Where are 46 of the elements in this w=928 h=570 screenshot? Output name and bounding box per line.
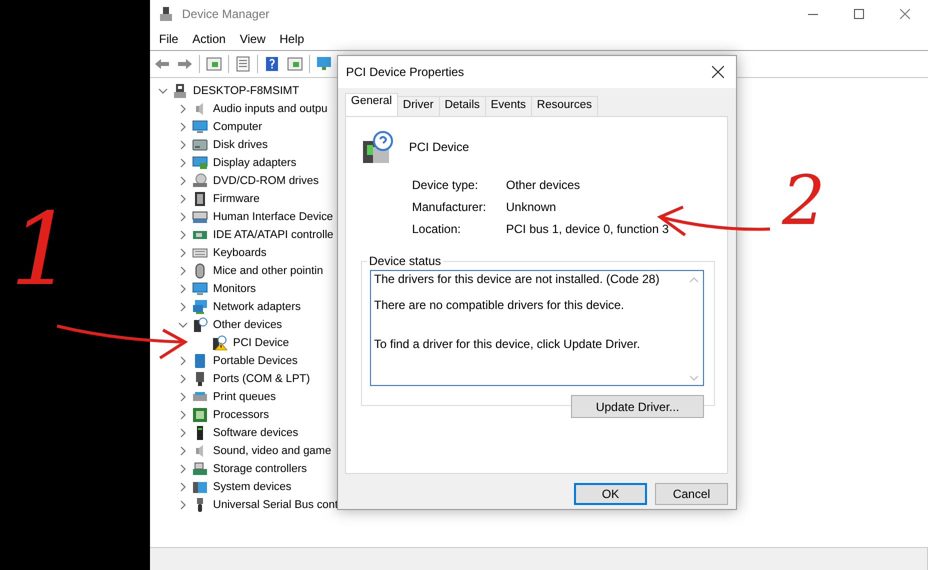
property-label: Location:	[412, 222, 462, 236]
tree-item[interactable]: Print queues	[212, 391, 276, 403]
tree-item[interactable]: DESKTOP-F8MSIMT	[192, 85, 300, 97]
tree-item[interactable]: Other devices	[212, 319, 282, 331]
tree-item[interactable]: Human Interface Device	[212, 211, 334, 223]
tree-item[interactable]: Monitors	[212, 283, 256, 295]
dialog-button[interactable]: OK	[574, 483, 647, 505]
status-text: The drivers for this device are not installed. (Code 28) There are no compatible drivers for this device. To find a driver for this device, click Update Driver.	[374, 273, 660, 351]
tree-item[interactable]: DVD/CD-ROM drives	[212, 175, 319, 187]
tree-item[interactable]: Network adapters	[212, 301, 301, 313]
tree-item[interactable]: Storage controllers	[212, 463, 307, 475]
tab[interactable]: General	[345, 93, 398, 116]
property-value: Unknown	[506, 200, 558, 214]
update-driver-button[interactable]: Update Driver...	[571, 395, 704, 418]
tree-item[interactable]: Mice and other pointin	[212, 265, 324, 277]
tree-item[interactable]: Universal Serial Bus cont	[212, 499, 338, 511]
tab[interactable]: Resources	[530, 96, 598, 116]
tree-item[interactable]: Portable Devices	[212, 355, 298, 367]
tree-item[interactable]: Software devices	[212, 427, 298, 439]
tree-item[interactable]: Sound, video and game	[212, 445, 332, 457]
handwritten-number: 1	[10, 200, 74, 300]
tree-item[interactable]: Firmware	[212, 193, 260, 205]
property-label: Device type:	[412, 178, 480, 192]
tree-item[interactable]: Disk drives	[212, 139, 268, 151]
device-name: PCI Device	[409, 140, 470, 154]
menu-item[interactable]: Action	[185, 32, 233, 46]
tree-item[interactable]: Keyboards	[212, 247, 266, 259]
menu-item[interactable]: File	[152, 32, 186, 46]
tree-item[interactable]: Computer	[212, 121, 262, 133]
group-label: Device status	[368, 254, 442, 268]
property-value: PCI bus 1, device 0, function 3	[506, 222, 670, 236]
tree-item[interactable]: System devices	[212, 481, 292, 493]
tree-item[interactable]: Display adapters	[212, 157, 296, 169]
menu-item[interactable]: View	[232, 32, 272, 46]
property-value: Other devices	[506, 178, 582, 192]
tree-item[interactable]: Ports (COM & LPT)	[212, 373, 310, 385]
tree-item[interactable]: IDE ATA/ATAPI controlle	[212, 229, 334, 241]
dialog-title: PCI Device Properties	[346, 65, 464, 79]
tree-item[interactable]: Audio inputs and outpu	[212, 103, 328, 115]
tree-item[interactable]: PCI Device	[232, 337, 289, 349]
dialog-button[interactable]: Cancel	[655, 483, 728, 505]
menu-item[interactable]: Help	[272, 32, 312, 46]
property-label: Manufacturer:	[412, 200, 488, 214]
handwritten-number: 2	[782, 168, 826, 236]
window-title: Device Manager	[182, 7, 270, 21]
tree-item[interactable]: Processors	[212, 409, 269, 421]
